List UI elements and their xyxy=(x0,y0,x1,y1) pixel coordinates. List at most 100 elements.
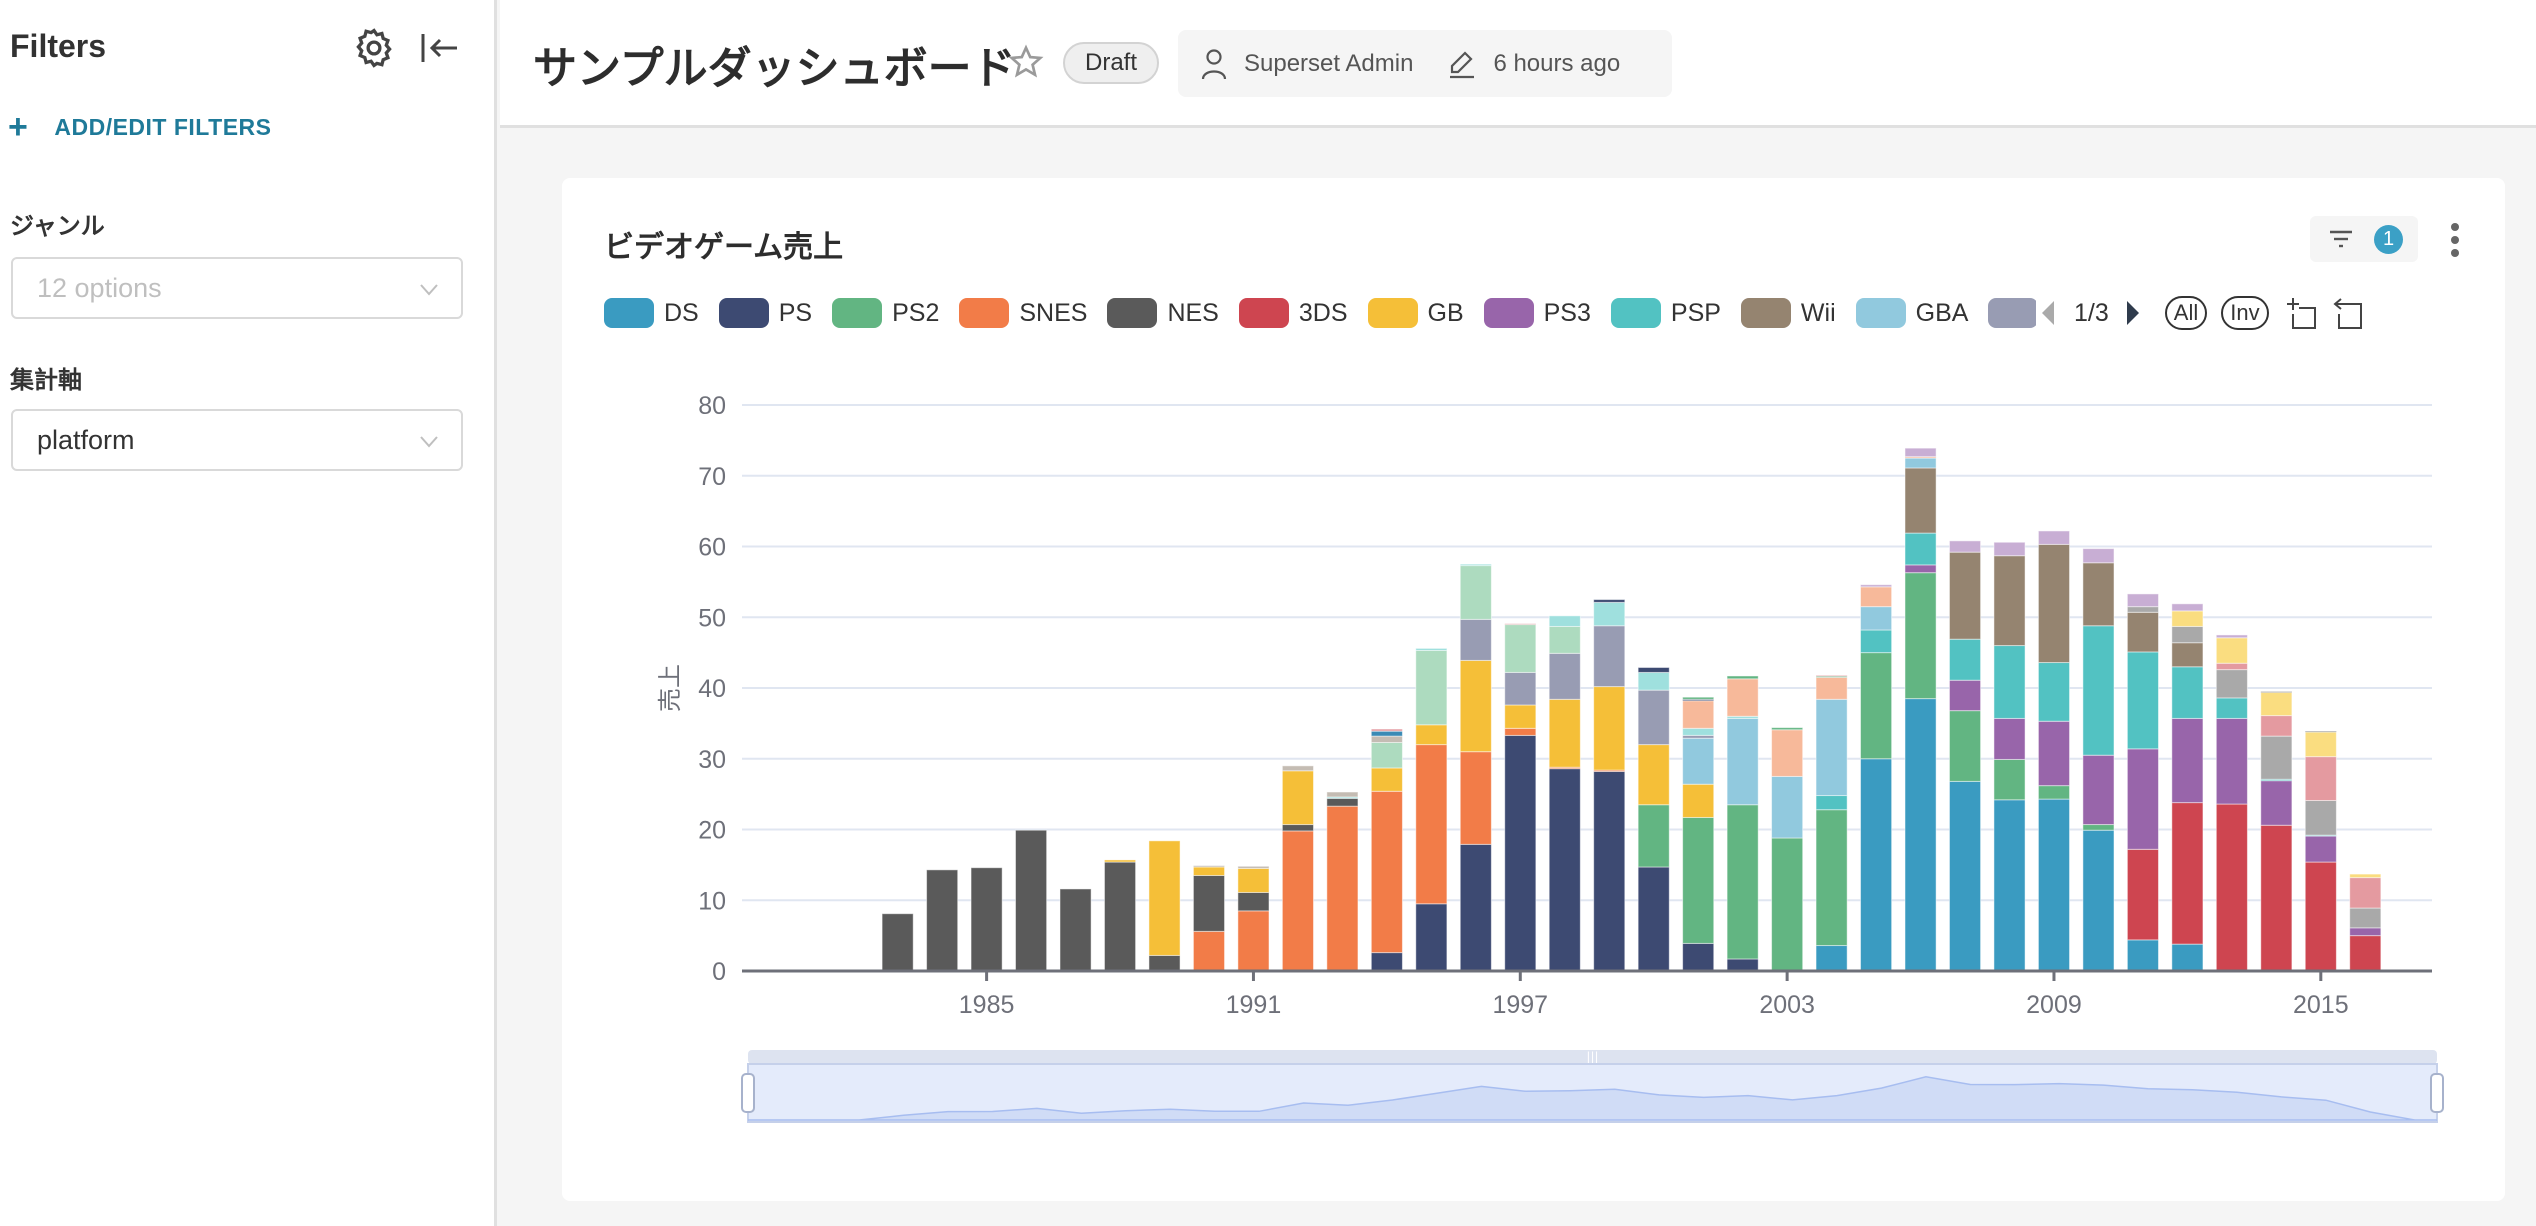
genre-select[interactable]: 12 options xyxy=(11,257,463,319)
bar-segment[interactable] xyxy=(970,867,1003,972)
bar-segment[interactable] xyxy=(1459,565,1492,620)
bar-segment[interactable] xyxy=(1993,717,2026,760)
bar-segment[interactable] xyxy=(2082,625,2115,756)
bar-segment[interactable] xyxy=(2126,651,2159,750)
more-options-icon[interactable] xyxy=(2448,222,2462,258)
bar-segment[interactable] xyxy=(2037,543,2071,664)
legend-item[interactable]: NES xyxy=(1107,298,1219,328)
bar-segment[interactable] xyxy=(2171,943,2204,972)
bar-segment[interactable] xyxy=(2304,861,2337,972)
bar-segment[interactable] xyxy=(1637,866,1670,972)
bar-segment[interactable] xyxy=(1682,816,1715,944)
bar-segment[interactable] xyxy=(1281,765,1314,772)
bar-segment[interactable] xyxy=(1504,727,1537,736)
bar-segment[interactable] xyxy=(1948,540,1982,553)
bar-segment[interactable] xyxy=(1726,958,1759,972)
bar-segment[interactable] xyxy=(1548,698,1581,768)
bar-segment[interactable] xyxy=(1815,809,1848,947)
bar-segment[interactable] xyxy=(1370,728,1403,732)
bar-segment[interactable] xyxy=(2082,829,2115,972)
bar-segment[interactable] xyxy=(1370,790,1403,954)
legend-item[interactable]: DS xyxy=(604,298,699,328)
bar-segment[interactable] xyxy=(1948,780,1982,972)
bar-segment[interactable] xyxy=(1548,625,1581,654)
bar-segment[interactable] xyxy=(1148,954,1181,972)
bar-segment[interactable] xyxy=(1370,730,1403,737)
bar-segment[interactable] xyxy=(1771,729,1804,777)
bar-segment[interactable] xyxy=(2171,603,2204,612)
bar-segment[interactable] xyxy=(1415,647,1448,652)
bar-segment[interactable] xyxy=(1459,843,1492,972)
bar-segment[interactable] xyxy=(2037,530,2071,545)
bar-segment[interactable] xyxy=(1326,805,1359,972)
bar-segment[interactable] xyxy=(1593,770,1626,972)
bar-segment[interactable] xyxy=(1237,867,1270,893)
bar-segment[interactable] xyxy=(2126,848,2159,941)
bar-segment[interactable] xyxy=(1682,783,1715,818)
bar-segment[interactable] xyxy=(1904,572,1937,700)
bar-segment[interactable] xyxy=(1237,865,1270,869)
bar-segment[interactable] xyxy=(1771,775,1804,839)
bar-segment[interactable] xyxy=(1993,758,2026,801)
bar-segment[interactable] xyxy=(2126,748,2159,850)
bar-segment[interactable] xyxy=(2037,798,2071,972)
legend-item[interactable]: Wii xyxy=(1740,298,1836,328)
dashboard-title[interactable]: サンプルダッシュボード xyxy=(533,32,1016,96)
bar-segment[interactable] xyxy=(1504,671,1537,706)
bar-segment[interactable] xyxy=(1459,659,1492,753)
zoom-select-icon[interactable] xyxy=(2285,296,2319,330)
bar-segment[interactable] xyxy=(2304,731,2337,758)
bar-segment[interactable] xyxy=(1904,457,1937,469)
bar-segment[interactable] xyxy=(2260,780,2293,826)
bar-segment[interactable] xyxy=(1904,698,1937,972)
bar-segment[interactable] xyxy=(1370,735,1403,743)
bar-segment[interactable] xyxy=(1192,866,1226,876)
legend-item[interactable]: PS xyxy=(718,298,812,328)
bar-segment[interactable] xyxy=(2349,877,2382,909)
bar-segment[interactable] xyxy=(1904,532,1937,566)
bar-segment[interactable] xyxy=(1726,675,1759,680)
add-edit-filters-button[interactable]: + ADD/EDIT FILTERS xyxy=(8,108,271,147)
bar-segment[interactable] xyxy=(2215,662,2248,671)
bar-segment[interactable] xyxy=(1815,676,1848,700)
bar-segment[interactable] xyxy=(1726,804,1759,960)
bar-segment[interactable] xyxy=(1459,563,1492,567)
applied-filters-button[interactable]: 1 xyxy=(2310,216,2418,262)
bar-segment[interactable] xyxy=(2304,799,2337,836)
legend-prev-icon[interactable] xyxy=(2038,299,2058,327)
collapse-sidebar-icon[interactable] xyxy=(420,30,460,66)
bar-segment[interactable] xyxy=(1370,952,1403,972)
bar-segment[interactable] xyxy=(1860,584,1893,588)
bar-segment[interactable] xyxy=(1415,903,1448,972)
bar-segment[interactable] xyxy=(1281,824,1314,832)
bar-segment[interactable] xyxy=(2082,824,2115,831)
bar-segment[interactable] xyxy=(2171,610,2204,627)
legend-next-icon[interactable] xyxy=(2123,299,2143,327)
bar-segment[interactable] xyxy=(1281,770,1314,826)
legend-item[interactable]: N64 xyxy=(1988,298,2036,328)
bar-segment[interactable] xyxy=(1860,758,1893,972)
bar-segment[interactable] xyxy=(1370,767,1403,792)
bar-segment[interactable] xyxy=(1682,942,1715,972)
bar-segment[interactable] xyxy=(1682,696,1715,700)
bar-segment[interactable] xyxy=(1682,727,1715,736)
bar-segment[interactable] xyxy=(1237,910,1270,972)
bar-segment[interactable] xyxy=(2260,691,2293,694)
bar-segment[interactable] xyxy=(1904,467,1937,534)
legend-item[interactable]: PS3 xyxy=(1483,298,1591,328)
bar-segment[interactable] xyxy=(1504,623,1537,626)
bar-segment[interactable] xyxy=(1815,795,1848,811)
bar-segment[interactable] xyxy=(1993,799,2026,972)
bar-segment[interactable] xyxy=(1192,865,1226,868)
bar-segment[interactable] xyxy=(2037,785,2071,800)
bar-segment[interactable] xyxy=(881,913,914,972)
bar-segment[interactable] xyxy=(2126,611,2159,653)
bar-segment[interactable] xyxy=(2082,562,2115,627)
bar-segment[interactable] xyxy=(1860,606,1893,631)
bar-segment[interactable] xyxy=(1504,704,1537,729)
bar-segment[interactable] xyxy=(2171,717,2204,804)
bar-segment[interactable] xyxy=(1103,861,1137,972)
bar-segment[interactable] xyxy=(1948,638,1982,681)
bar-segment[interactable] xyxy=(2171,642,2204,668)
bar-segment[interactable] xyxy=(2171,666,2204,719)
